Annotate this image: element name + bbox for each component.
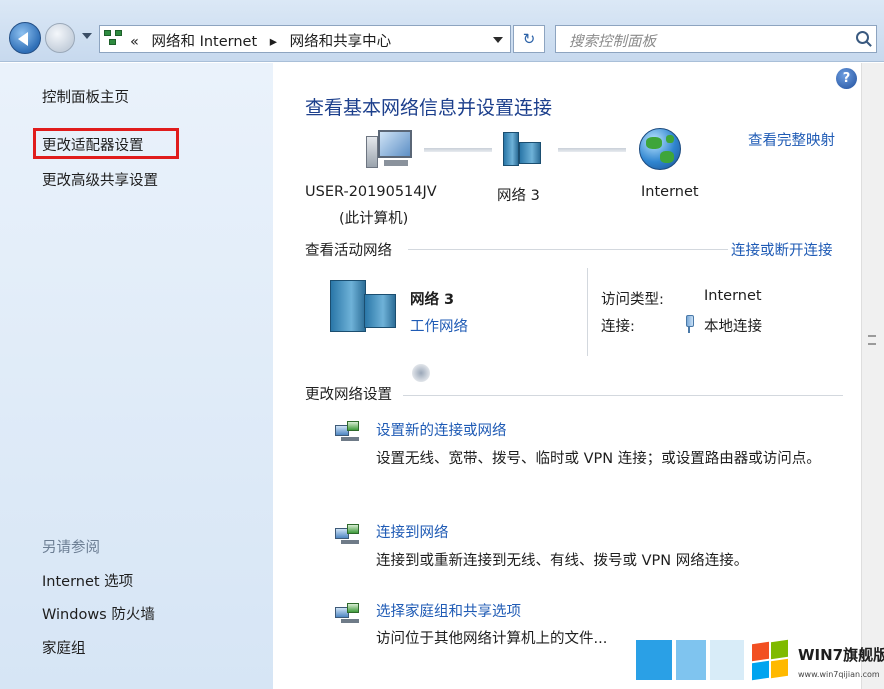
search-icon[interactable] <box>856 31 869 44</box>
map-connector <box>424 148 492 152</box>
breadcrumb-sharing-center[interactable]: 网络和共享中心 <box>290 34 392 50</box>
map-node-network-label: 网络 3 <box>497 188 540 204</box>
connect-to-network-link[interactable]: 连接到网络 <box>376 521 449 542</box>
map-node-computer-sub: (此计算机) <box>339 211 409 227</box>
sidebar-item-control-panel-home[interactable]: 控制面板主页 <box>42 86 129 107</box>
breadcrumb-separator[interactable]: ▸ <box>270 34 277 50</box>
breadcrumb: « 网络和 Internet ▸ 网络和共享中心 <box>130 30 399 51</box>
see-also-internet-options[interactable]: Internet 选项 <box>42 570 133 591</box>
windows-logo-icon <box>750 639 794 683</box>
see-also-windows-firewall[interactable]: Windows 防火墙 <box>42 603 155 624</box>
network-icon[interactable] <box>500 130 544 170</box>
local-connection-link[interactable]: 本地连接 <box>704 315 762 336</box>
page-title: 查看基本网络信息并设置连接 <box>305 97 553 119</box>
map-node-computer-label: USER-20190514JV <box>305 184 437 200</box>
chevron-down-icon[interactable] <box>493 37 503 43</box>
network-type-link[interactable]: 工作网络 <box>410 315 468 336</box>
computer-icon[interactable] <box>366 128 414 172</box>
sidebar-item-advanced-sharing[interactable]: 更改高级共享设置 <box>42 169 158 190</box>
homegroup-icon <box>333 601 363 627</box>
homegroup-sharing-link[interactable]: 选择家庭组和共享选项 <box>376 600 521 621</box>
sidebar-item-change-adapter-settings[interactable]: 更改适配器设置 <box>42 134 144 155</box>
change-settings-header: 更改网络设置 <box>305 387 392 403</box>
setup-new-connection-link[interactable]: 设置新的连接或网络 <box>376 419 507 440</box>
network-icon <box>330 280 398 334</box>
breadcrumb-network-internet[interactable]: 网络和 Internet <box>151 34 257 50</box>
divider <box>408 249 728 250</box>
watermark-url: www.win7qijian.com <box>798 670 880 679</box>
globe-icon[interactable] <box>639 128 681 170</box>
scrollbar[interactable] <box>861 63 884 689</box>
recent-pages-dropdown[interactable] <box>82 33 92 39</box>
forward-button[interactable] <box>45 23 75 53</box>
view-full-map-link[interactable]: 查看完整映射 <box>748 129 835 150</box>
control-panel-icon <box>104 30 124 48</box>
network-name: 网络 3 <box>410 292 455 308</box>
map-connector <box>558 148 626 152</box>
address-bar[interactable]: « 网络和 Internet ▸ 网络和共享中心 <box>99 25 511 53</box>
connection-label: 连接: <box>601 319 635 335</box>
connect-disconnect-link[interactable]: 连接或断开连接 <box>731 239 833 260</box>
search-placeholder: 搜索控制面板 <box>569 34 656 50</box>
new-connection-icon <box>333 419 363 445</box>
address-toolbar: « 网络和 Internet ▸ 网络和共享中心 ↻ 搜索控制面板 <box>0 0 884 62</box>
see-also-header: 另请参阅 <box>42 540 100 556</box>
access-type-value: Internet <box>704 288 762 304</box>
watermark-title: WIN7旗舰版 <box>798 646 884 664</box>
active-networks-header: 查看活动网络 <box>305 243 392 259</box>
main-panel <box>273 63 861 689</box>
watermark: WIN7旗舰版 www.win7qijian.com <box>610 636 884 689</box>
breadcrumb-overflow[interactable]: « <box>130 34 139 50</box>
setup-new-connection-desc: 设置无线、宽带、拨号、临时或 VPN 连接；或设置路由器或访问点。 <box>376 451 821 467</box>
blur-artifact <box>412 364 430 382</box>
connect-network-icon <box>333 522 363 548</box>
access-type-label: 访问类型: <box>601 292 664 308</box>
connect-to-network-desc: 连接到或重新连接到无线、有线、拨号或 VPN 网络连接。 <box>376 553 749 569</box>
back-button[interactable] <box>9 22 41 54</box>
divider <box>587 268 588 356</box>
help-icon[interactable]: ? <box>836 68 857 89</box>
map-node-internet-label: Internet <box>641 184 699 200</box>
plug-icon <box>684 315 694 333</box>
refresh-icon: ↻ <box>522 30 536 48</box>
search-input[interactable]: 搜索控制面板 <box>555 25 877 53</box>
refresh-button[interactable]: ↻ <box>513 25 545 53</box>
divider <box>403 395 843 396</box>
scroll-grip[interactable] <box>868 335 876 345</box>
see-also-homegroup[interactable]: 家庭组 <box>42 637 86 658</box>
